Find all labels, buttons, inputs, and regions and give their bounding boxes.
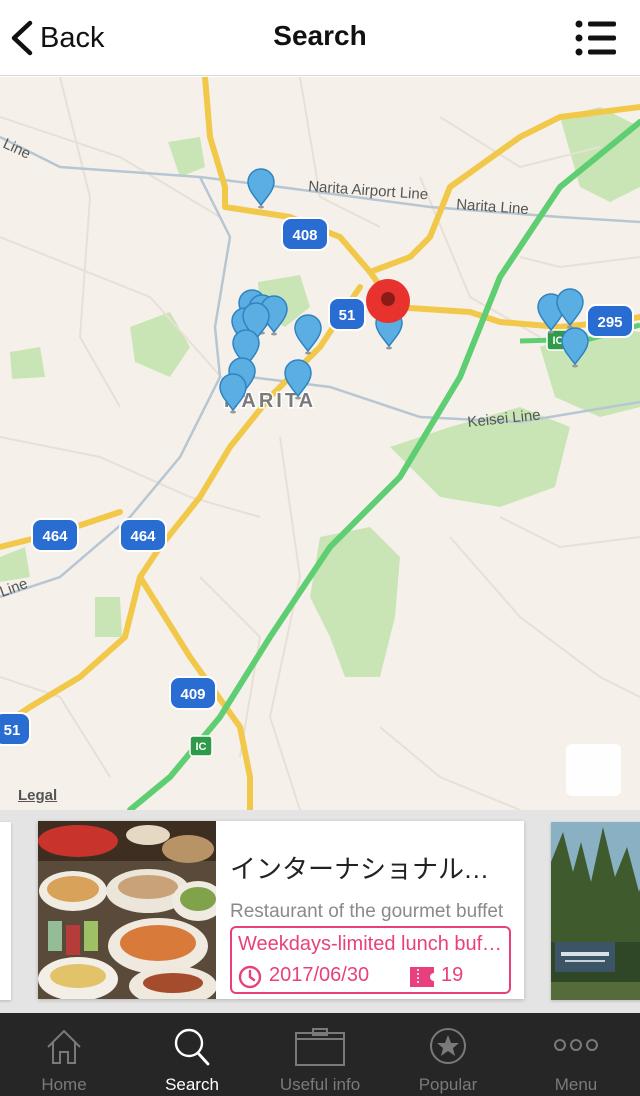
tab-useful-info[interactable]: Useful info — [256, 1013, 384, 1096]
tab-label: Menu — [554, 1075, 598, 1094]
svg-text:51: 51 — [339, 307, 356, 324]
road-label-line-top: Line — [0, 135, 33, 162]
road-labels: Narita Airport Line Narita Line Keisei L… — [0, 135, 541, 601]
app-screen: Back Search Narita Airport Line Narita L… — [0, 0, 640, 1096]
svg-text:IC: IC — [196, 741, 207, 753]
svg-text:295: 295 — [597, 314, 622, 331]
clock-icon — [238, 965, 262, 989]
promo-date: 2017/06/30 — [269, 964, 370, 986]
previous-card[interactable] — [0, 822, 11, 1000]
map-canvas: Narita Airport Line Narita Line Keisei L… — [0, 77, 640, 810]
promo-title: Weekdays-limited lunch buffet — [238, 933, 504, 955]
next-card[interactable] — [551, 822, 640, 1000]
svg-text:51: 51 — [4, 722, 21, 739]
back-label: Back — [40, 21, 105, 54]
back-button[interactable]: Back — [8, 16, 104, 60]
tab-home[interactable]: Home — [0, 1013, 128, 1096]
card-title: インターナショナルガーデンホテル成田 — [230, 854, 514, 884]
tab-menu[interactable]: Menu — [512, 1013, 640, 1096]
info-box-icon — [295, 1028, 345, 1066]
star-icon — [430, 1028, 466, 1064]
route-shield-464-left: 464 — [31, 518, 79, 552]
route-shield-295: 295 — [586, 304, 634, 338]
route-shield-51: 51 — [328, 297, 366, 331]
list-view-button[interactable] — [574, 18, 618, 58]
card-photo-buffet — [38, 821, 216, 999]
hotel-photo-icon — [551, 822, 640, 1000]
map-view[interactable]: Narita Airport Line Narita Line Keisei L… — [0, 77, 640, 810]
ticket-icon — [410, 967, 434, 987]
tab-label: Home — [41, 1075, 87, 1094]
list-icon — [575, 20, 616, 56]
food-photo-icon — [38, 821, 216, 999]
tab-label: Useful info — [279, 1075, 361, 1094]
promo-box[interactable]: Weekdays-limited lunch buffet 2017/06/30… — [230, 926, 511, 994]
search-icon — [174, 1028, 210, 1066]
nav-header: Back Search — [0, 0, 640, 76]
coupon-count: 19 — [441, 964, 464, 986]
tab-popular[interactable]: Popular — [384, 1013, 512, 1096]
tab-bar: Home Search Useful info Popular Menu — [0, 1013, 640, 1096]
tab-label: Search — [165, 1075, 219, 1094]
map-pin-icon[interactable] — [247, 168, 275, 210]
route-shield-464-right: 464 — [119, 518, 167, 552]
route-shield-408: 408 — [281, 217, 329, 251]
svg-text:464: 464 — [130, 528, 156, 545]
legal-link[interactable]: Legal — [18, 787, 57, 804]
svg-text:408: 408 — [292, 227, 317, 244]
ic-badge-1: IC — [189, 735, 213, 757]
svg-text:464: 464 — [42, 528, 68, 545]
card-description: Restaurant of the gourmet buffet — [230, 901, 504, 922]
route-shield-409: 409 — [169, 676, 217, 710]
result-card[interactable]: インターナショナルガーデンホテル成田 Restaurant of the gou… — [38, 821, 524, 999]
svg-text:409: 409 — [180, 686, 205, 703]
map-location-button[interactable] — [566, 744, 621, 796]
selected-pin-icon[interactable] — [366, 279, 410, 323]
results-carousel[interactable]: インターナショナルガーデンホテル成田 Restaurant of the gou… — [0, 810, 640, 1013]
chevron-left-icon — [11, 20, 33, 56]
home-icon — [47, 1029, 81, 1064]
more-icon — [554, 1039, 598, 1051]
tab-label: Popular — [418, 1075, 478, 1094]
route-shield-51-left: 51 — [0, 712, 31, 746]
road-label-narita-line: Narita Line — [456, 196, 530, 218]
tab-search[interactable]: Search — [128, 1013, 256, 1096]
